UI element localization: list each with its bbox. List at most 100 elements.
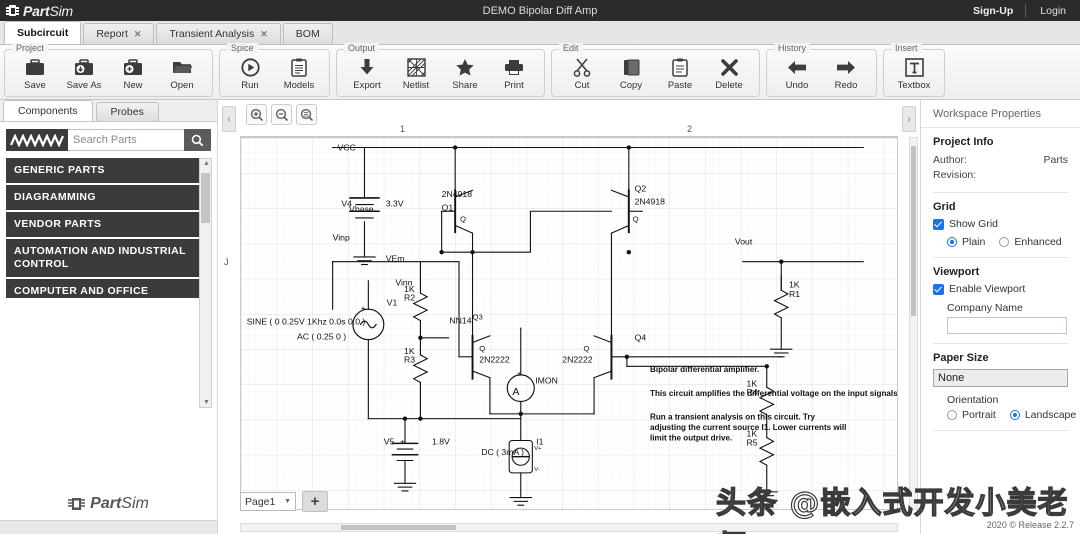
- export-button[interactable]: Export: [344, 56, 390, 91]
- canvas-vertical-scrollbar[interactable]: [909, 137, 918, 510]
- add-page-button[interactable]: +: [302, 491, 328, 512]
- login-button[interactable]: Login: [1026, 5, 1080, 17]
- chevron-up-icon[interactable]: ▲: [203, 160, 210, 167]
- models-button[interactable]: Models: [276, 56, 322, 91]
- delete-button[interactable]: Delete: [706, 56, 752, 91]
- close-icon[interactable]: ✕: [260, 29, 268, 40]
- page-selector[interactable]: Page1 ▼: [240, 492, 296, 511]
- enable-viewport-checkbox-row[interactable]: Enable Viewport: [933, 283, 1068, 295]
- save-as-label: Save As: [66, 80, 102, 91]
- chip-icon: [68, 498, 86, 510]
- netlist-button[interactable]: Netlist: [393, 56, 439, 91]
- tab-components[interactable]: Components: [3, 100, 93, 121]
- share-button[interactable]: Share: [442, 56, 488, 91]
- show-grid-checkbox[interactable]: [933, 218, 944, 230]
- orientation-portrait-row[interactable]: Portrait: [947, 409, 996, 421]
- undo-button[interactable]: Undo: [774, 56, 820, 91]
- tab-probes[interactable]: Probes: [95, 102, 159, 121]
- tab-subcircuit[interactable]: Subcircuit: [4, 21, 82, 44]
- author-label: Author:: [933, 154, 967, 166]
- orientation-landscape-radio[interactable]: [1009, 410, 1020, 420]
- signup-button[interactable]: Sign-Up: [961, 5, 1025, 17]
- left-panel-footer: [0, 520, 217, 534]
- enable-viewport-checkbox[interactable]: [933, 283, 944, 295]
- page-bar: Page1 ▼ +: [240, 491, 328, 512]
- orientation-landscape-row[interactable]: Landscape: [1009, 409, 1077, 421]
- grid-enhanced-radio[interactable]: [999, 237, 1010, 247]
- ribbon-group-history: History Undo Redo: [766, 43, 877, 97]
- category-scrollbar[interactable]: ▲ ▼: [199, 158, 212, 408]
- close-icon[interactable]: ✕: [134, 29, 142, 40]
- company-name-input[interactable]: [947, 317, 1067, 334]
- tab-bom[interactable]: BOM: [282, 23, 333, 44]
- zoom-fit-icon[interactable]: [296, 104, 317, 125]
- zoom-in-icon[interactable]: [246, 104, 267, 125]
- run-button[interactable]: Run: [227, 56, 273, 91]
- print-button[interactable]: Print: [491, 56, 537, 91]
- component-value-v4: 3.3V: [386, 199, 404, 209]
- watermark-text: PartSim: [90, 495, 149, 513]
- tab-report[interactable]: Report ✕: [83, 23, 155, 44]
- grid-enhanced-label: Enhanced: [1014, 236, 1062, 248]
- save-as-button[interactable]: Save As: [61, 56, 107, 91]
- x-cross-icon: [720, 56, 739, 78]
- copy-button[interactable]: Copy: [608, 56, 654, 91]
- scrollbar-thumb[interactable]: [911, 146, 916, 316]
- search-button[interactable]: [184, 129, 211, 151]
- vertical-ruler: J: [218, 137, 240, 510]
- orientation-portrait-label: Portrait: [962, 409, 996, 421]
- group-label: History: [774, 43, 811, 53]
- collapse-left-button[interactable]: ‹: [222, 106, 236, 132]
- briefcase-plus-icon: [123, 56, 143, 78]
- new-label: New: [123, 80, 143, 91]
- category-diagramming[interactable]: DIAGRAMMING: [6, 185, 211, 210]
- redo-button[interactable]: Redo: [823, 56, 869, 91]
- search-input[interactable]: Search Parts: [68, 129, 184, 151]
- project-info-section: Project Info Author: Parts Revision:: [921, 128, 1080, 183]
- release-version: 2020 © Release 2.2.7: [986, 520, 1074, 530]
- chevron-down-icon[interactable]: ▼: [284, 498, 291, 505]
- author-value: Parts: [1043, 154, 1068, 166]
- component-value2-v1: AC ( 0.25 0 ): [297, 332, 346, 342]
- net-label-vem: VEm: [386, 254, 405, 264]
- orientation-landscape-label: Landscape: [1024, 409, 1077, 421]
- collapse-right-button[interactable]: ›: [902, 106, 916, 132]
- cut-button[interactable]: Cut: [559, 56, 605, 91]
- paste-button[interactable]: Paste: [657, 56, 703, 91]
- watermark-light: Sim: [121, 495, 149, 512]
- schematic-sheet[interactable]: VCC V4 Vbase 3.3V Vinp VEm Vinn NN14 Q3 …: [240, 137, 898, 510]
- open-button[interactable]: Open: [159, 56, 205, 91]
- paper-size-select[interactable]: None: [933, 369, 1068, 387]
- svg-text:V+: V+: [534, 446, 542, 452]
- orientation-portrait-radio[interactable]: [947, 410, 957, 420]
- schematic-drawing[interactable]: VCC V4 Vbase 3.3V Vinp VEm Vinn NN14 Q3 …: [241, 138, 897, 509]
- play-circle-icon: [240, 56, 260, 78]
- component-value-q2: 2N4918: [635, 197, 666, 207]
- grid-plain-radio[interactable]: [947, 237, 957, 247]
- scrollbar-thumb[interactable]: [201, 173, 210, 223]
- category-generic-parts[interactable]: GENERIC PARTS: [6, 158, 211, 183]
- zoom-out-icon[interactable]: [271, 104, 292, 125]
- category-automation-and-industrial-control[interactable]: AUTOMATION AND INDUSTRIAL CONTROL: [6, 239, 211, 277]
- tab-transient-analysis[interactable]: Transient Analysis ✕: [156, 23, 281, 44]
- ribbon-group-output: Output Export Netlist Share Print: [336, 43, 545, 97]
- show-grid-checkbox-row[interactable]: Show Grid: [933, 218, 1068, 230]
- grid-enhanced-radio-row[interactable]: Enhanced: [999, 236, 1062, 248]
- scrollbar-thumb[interactable]: [341, 525, 456, 530]
- textbox-button[interactable]: Textbox: [891, 56, 937, 91]
- note-line-5: limit the output drive.: [650, 434, 732, 443]
- category-computer-and-office-products[interactable]: COMPUTER AND OFFICE PRODUCTS: [6, 279, 211, 298]
- component-ref-r1: R1: [789, 289, 800, 299]
- category-vendor-parts[interactable]: VENDOR PARTS: [6, 212, 211, 237]
- pin-q: Q: [583, 344, 589, 353]
- canvas-horizontal-scrollbar[interactable]: [240, 523, 898, 532]
- ribbon-toolbar: Project Save Save As New Open Spice Run …: [0, 43, 1080, 100]
- redo-label: Redo: [834, 80, 858, 91]
- grid-plain-radio-row[interactable]: Plain: [947, 236, 985, 248]
- save-button[interactable]: Save: [12, 56, 58, 91]
- pin-q: Q: [479, 344, 485, 353]
- chevron-down-icon[interactable]: ▼: [203, 399, 210, 406]
- new-button[interactable]: New: [110, 56, 156, 91]
- divider: [933, 430, 1068, 431]
- pin-q: Q: [460, 215, 466, 224]
